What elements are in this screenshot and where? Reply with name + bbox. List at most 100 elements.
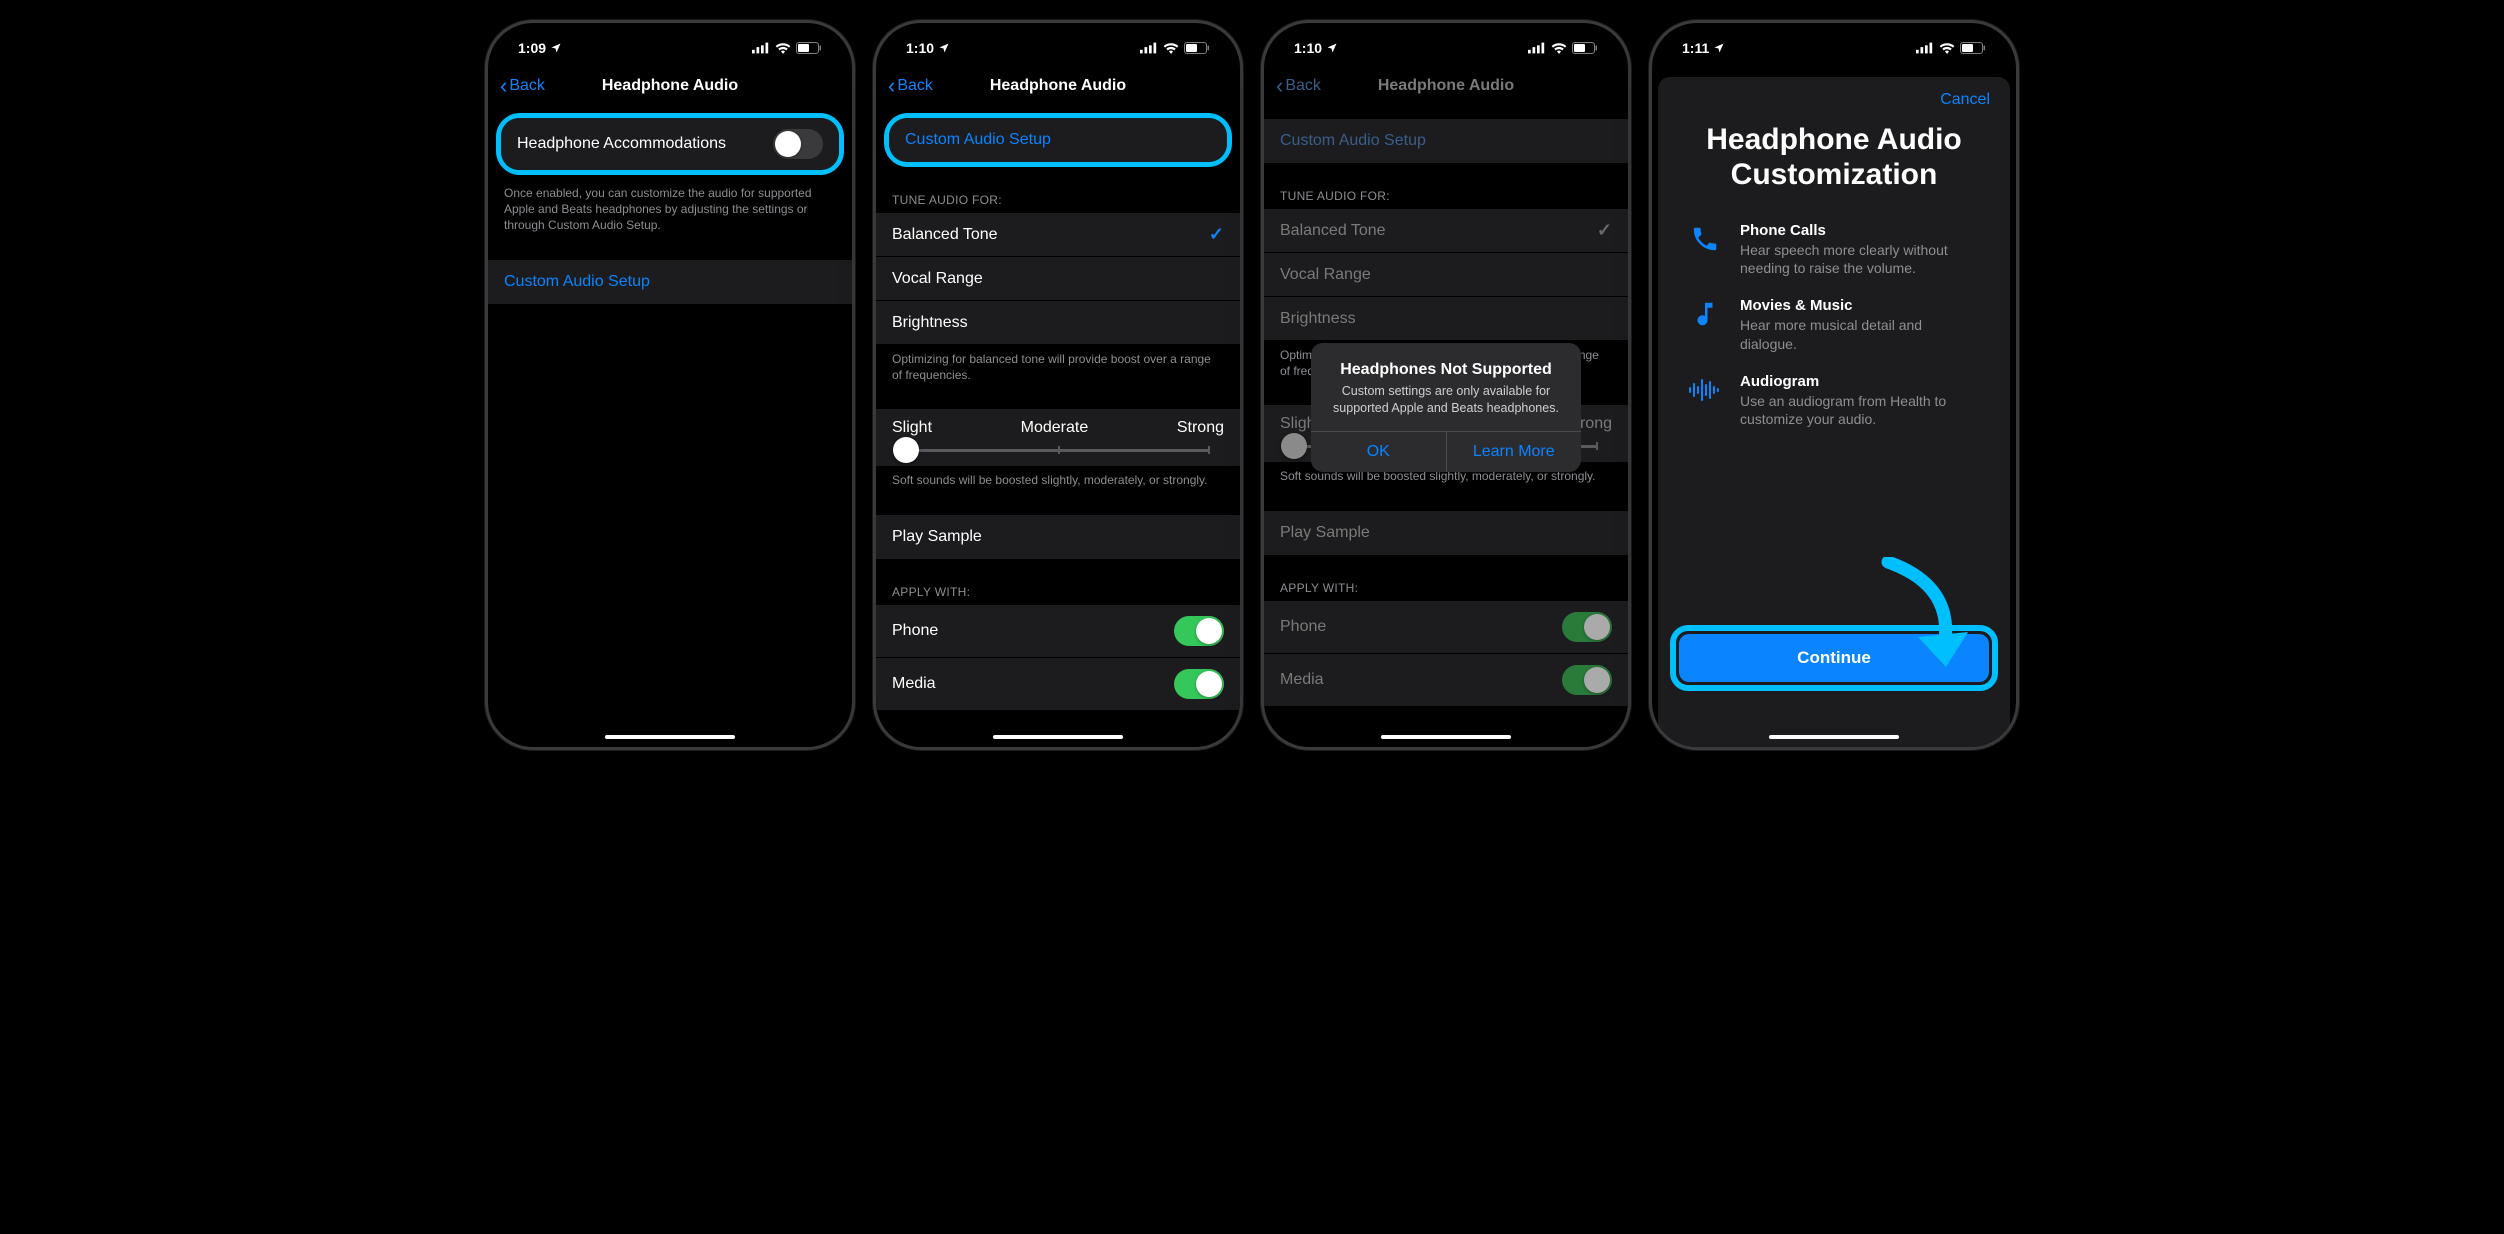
phone-screen-2: 1:10 ‹ Back Headphone Audio Custom Audio…	[873, 20, 1243, 750]
phone-screen-3: 1:10 ‹ Back Headphone Audio Custom Audio…	[1261, 20, 1631, 750]
play-sample-row[interactable]: Play Sample	[876, 515, 1240, 559]
chevron-left-icon: ‹	[1276, 73, 1283, 99]
phone-toggle	[1562, 612, 1612, 642]
apply-header: APPLY WITH:	[876, 579, 1240, 605]
back-label: Back	[1285, 77, 1321, 95]
media-apply-row: Media	[1264, 654, 1628, 706]
chevron-left-icon: ‹	[888, 73, 895, 99]
back-button[interactable]: ‹ Back	[888, 73, 933, 99]
media-apply-row[interactable]: Media	[876, 658, 1240, 710]
alert-learn-more-button[interactable]: Learn More	[1447, 432, 1582, 472]
alert-title: Headphones Not Supported	[1327, 361, 1565, 379]
boost-footer: Soft sounds will be boosted slightly, mo…	[876, 466, 1240, 494]
status-indicators	[752, 42, 822, 54]
accommodations-footer: Once enabled, you can customize the audi…	[488, 179, 852, 240]
phone-apply-row[interactable]: Phone	[876, 605, 1240, 658]
brightness-row[interactable]: Brightness	[876, 301, 1240, 345]
vocal-range-label: Vocal Range	[892, 270, 983, 288]
media-apply-label: Media	[892, 675, 936, 693]
location-icon	[550, 42, 562, 54]
vocal-range-row[interactable]: Vocal Range	[876, 257, 1240, 301]
page-title: Headphone Audio	[990, 77, 1126, 95]
back-button: ‹ Back	[1276, 73, 1321, 99]
slider-thumb[interactable]	[893, 437, 919, 463]
feature-phone-calls: Phone Calls Hear speech more clearly wit…	[1658, 212, 2010, 287]
back-label: Back	[509, 77, 545, 95]
battery-icon	[1572, 42, 1598, 54]
slider-track[interactable]	[906, 449, 1210, 452]
signal-icon	[752, 42, 770, 54]
notch	[978, 23, 1138, 49]
home-indicator[interactable]	[993, 735, 1123, 739]
balanced-tone-row: Balanced Tone ✓	[1264, 209, 1628, 253]
wifi-icon	[1939, 42, 1955, 54]
home-indicator[interactable]	[1769, 735, 1899, 739]
wifi-icon	[775, 42, 791, 54]
home-indicator[interactable]	[1381, 735, 1511, 739]
notch	[590, 23, 750, 49]
signal-icon	[1140, 42, 1158, 54]
custom-audio-setup-row[interactable]: Custom Audio Setup	[488, 260, 852, 304]
wifi-icon	[1163, 42, 1179, 54]
modal-sheet: Cancel Headphone Audio Customization Pho…	[1658, 77, 2010, 747]
balanced-tone-row[interactable]: Balanced Tone ✓	[876, 213, 1240, 257]
feature-title: Phone Calls	[1740, 222, 1980, 239]
balanced-tone-label: Balanced Tone	[1280, 222, 1386, 240]
feature-audiogram: Audiogram Use an audiogram from Health t…	[1658, 363, 2010, 438]
custom-audio-setup-label: Custom Audio Setup	[504, 273, 650, 291]
nav-bar: ‹ Back Headphone Audio	[488, 65, 852, 109]
slider-labels: Slight Moderate Strong	[892, 419, 1224, 437]
feature-title: Movies & Music	[1740, 297, 1980, 314]
back-button[interactable]: ‹ Back	[500, 73, 545, 99]
status-indicators	[1140, 42, 1210, 54]
location-icon	[938, 42, 950, 54]
nav-bar: ‹ Back Headphone Audio	[1264, 65, 1628, 109]
slider-thumb	[1281, 433, 1307, 459]
wifi-icon	[1551, 42, 1567, 54]
highlight-accommodations: Headphone Accommodations	[496, 113, 844, 175]
signal-icon	[1528, 42, 1546, 54]
music-note-icon	[1688, 297, 1722, 331]
battery-icon	[1184, 42, 1210, 54]
custom-audio-setup-label: Custom Audio Setup	[905, 131, 1051, 149]
content: Headphone Accommodations Once enabled, y…	[488, 109, 852, 304]
accommodations-row[interactable]: Headphone Accommodations	[501, 118, 839, 170]
home-indicator[interactable]	[605, 735, 735, 739]
tune-footer: Optimizing for balanced tone will provid…	[876, 345, 1240, 389]
custom-audio-setup-row[interactable]: Custom Audio Setup	[889, 118, 1227, 162]
nav-bar: ‹ Back Headphone Audio	[876, 65, 1240, 109]
slider-moderate: Moderate	[1021, 419, 1089, 437]
page-title: Headphone Audio	[602, 77, 738, 95]
alert-ok-button[interactable]: OK	[1311, 432, 1447, 472]
phone-toggle[interactable]	[1174, 616, 1224, 646]
media-toggle[interactable]	[1174, 669, 1224, 699]
media-toggle	[1562, 665, 1612, 695]
battery-icon	[1960, 42, 1986, 54]
cancel-button[interactable]: Cancel	[1940, 91, 1990, 109]
back-label: Back	[897, 77, 933, 95]
status-time: 1:10	[1294, 40, 1322, 56]
location-icon	[1713, 42, 1725, 54]
status-time: 1:10	[906, 40, 934, 56]
accommodations-toggle[interactable]	[773, 129, 823, 159]
phone-apply-label: Phone	[892, 622, 938, 640]
notch	[1754, 23, 1914, 49]
notch	[1366, 23, 1526, 49]
status-time: 1:09	[518, 40, 546, 56]
feature-desc: Use an audiogram from Health to customiz…	[1740, 392, 1980, 428]
checkmark-icon: ✓	[1209, 224, 1224, 245]
play-sample-row: Play Sample	[1264, 511, 1628, 555]
phone-apply-row: Phone	[1264, 601, 1628, 654]
highlight-custom-setup: Custom Audio Setup	[884, 113, 1232, 167]
brightness-label: Brightness	[1280, 310, 1356, 328]
vocal-range-row: Vocal Range	[1264, 253, 1628, 297]
brightness-row: Brightness	[1264, 297, 1628, 341]
sheet-title: Headphone Audio Customization	[1658, 109, 2010, 212]
page-title: Headphone Audio	[1378, 77, 1514, 95]
battery-icon	[796, 42, 822, 54]
tune-header: TUNE AUDIO FOR:	[876, 187, 1240, 213]
vocal-range-label: Vocal Range	[1280, 266, 1371, 284]
location-icon	[1326, 42, 1338, 54]
slider-strong: Strong	[1177, 419, 1224, 437]
status-indicators	[1528, 42, 1598, 54]
